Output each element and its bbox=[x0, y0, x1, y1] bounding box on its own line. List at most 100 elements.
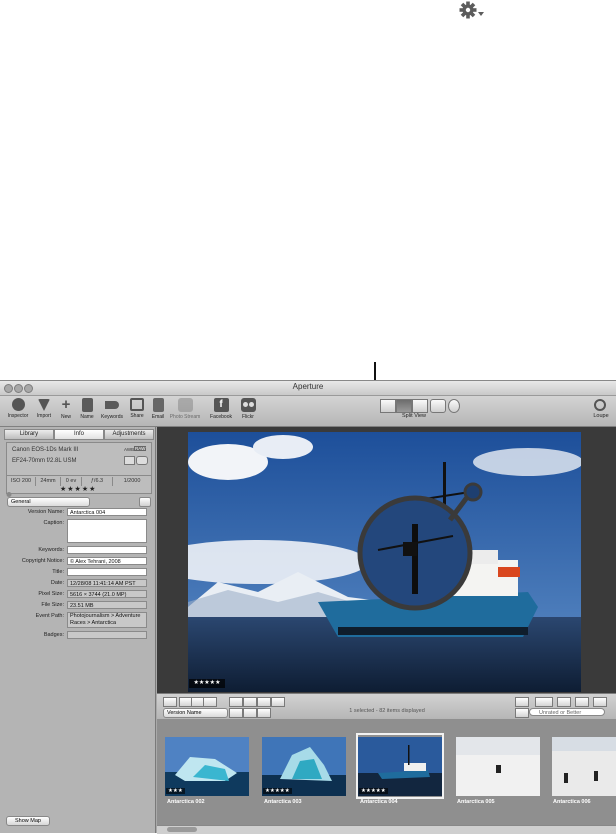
horizontal-scrollbar[interactable] bbox=[157, 825, 616, 834]
date-field: 12/28/08 11:41:14 AM PST bbox=[67, 579, 147, 587]
browser-view-button[interactable] bbox=[380, 399, 396, 413]
window-title: Aperture bbox=[292, 382, 324, 391]
main-photo[interactable] bbox=[188, 432, 581, 692]
inspector-button[interactable]: Inspector bbox=[4, 398, 32, 426]
keywords-button[interactable]: Keywords bbox=[98, 398, 126, 426]
filter-hud-icon[interactable] bbox=[515, 708, 529, 718]
sort-select[interactable]: Version Name bbox=[163, 708, 228, 718]
thumbnail[interactable] bbox=[456, 737, 540, 796]
awb-badge: AWB bbox=[124, 447, 135, 452]
name-button[interactable]: Name bbox=[73, 398, 101, 426]
metadata-view-select[interactable]: General bbox=[7, 497, 90, 507]
inspector-pane: Library Info Adjustments Canon EOS-1Ds M… bbox=[0, 427, 156, 833]
brush-tool-icon[interactable] bbox=[271, 697, 285, 707]
metering-icon bbox=[136, 456, 148, 465]
browser-toolbar: Version Name 1 selected - 82 items displ… bbox=[157, 693, 616, 720]
list-view-icon[interactable] bbox=[257, 708, 271, 718]
file-size-field: 23.51 MB bbox=[67, 601, 147, 609]
browser-filmstrip: ★★★ Antarctica 002 ★★★★★ Antarctica 003 … bbox=[157, 719, 616, 825]
thumbnail-name: Antarctica 005 bbox=[457, 799, 495, 805]
loupe-label: Loupe bbox=[593, 413, 609, 419]
grid-view-icon[interactable] bbox=[243, 708, 257, 718]
retouch-tool-icon[interactable] bbox=[229, 697, 243, 707]
view-options-icon[interactable] bbox=[535, 697, 553, 707]
title-label: Title: bbox=[52, 569, 64, 575]
keywords-field[interactable] bbox=[67, 546, 147, 554]
caption-label: Caption: bbox=[43, 520, 65, 526]
split-view-label: Split View bbox=[401, 413, 427, 419]
action-gear-icon[interactable] bbox=[458, 0, 488, 22]
share-icon bbox=[130, 398, 144, 411]
search-field[interactable]: Unrated or Better bbox=[529, 708, 605, 716]
red-eye-tool-icon[interactable] bbox=[257, 697, 271, 707]
file-size-label: File Size: bbox=[41, 602, 64, 608]
select-tool-icon[interactable] bbox=[163, 697, 177, 707]
viewer-pane: ★★★★★ bbox=[157, 427, 616, 693]
show-map-button[interactable]: Show Map bbox=[6, 816, 50, 826]
import-arrow-icon bbox=[38, 399, 50, 411]
filmstrip-view-icon[interactable] bbox=[229, 708, 243, 718]
title-bar: Aperture bbox=[0, 381, 616, 396]
flickr-icon bbox=[240, 398, 256, 412]
keyword-tag-icon bbox=[105, 401, 119, 409]
primary-only-icon[interactable] bbox=[575, 697, 589, 707]
event-path-field: Photojournalism > Adventure Races > Anta… bbox=[67, 612, 147, 628]
split-view-button[interactable] bbox=[396, 399, 412, 413]
copyright-field[interactable]: © Alex Tehrani, 2008 bbox=[67, 557, 147, 565]
tab-library[interactable]: Library bbox=[4, 429, 54, 440]
version-name-label: Version Name: bbox=[27, 509, 64, 515]
pixel-size-field: 5616 × 3744 (21.0 MP) bbox=[67, 590, 147, 598]
flickr-button[interactable]: Flickr bbox=[234, 398, 262, 426]
thumbnail-name: Antarctica 006 bbox=[553, 799, 591, 805]
selection-status: 1 selected - 82 items displayed bbox=[349, 708, 425, 714]
filmstrip-icon[interactable] bbox=[515, 697, 529, 707]
facebook-icon: f bbox=[213, 398, 229, 412]
info-icon bbox=[11, 398, 25, 411]
hud-icon[interactable] bbox=[557, 697, 571, 707]
thumbnail-rating: ★★★★★ bbox=[263, 788, 292, 794]
keywords-label: Keywords: bbox=[38, 547, 64, 553]
stamp-tool-icon[interactable] bbox=[203, 697, 217, 707]
metadata-action-icon[interactable] bbox=[139, 497, 151, 507]
scrollbar-thumb[interactable] bbox=[167, 827, 197, 832]
main-toolbar: Inspector Import + New Name Keywords Sha… bbox=[0, 396, 616, 427]
photo-stream-icon bbox=[177, 398, 193, 412]
name-icon bbox=[81, 398, 93, 412]
aperture-window: Aperture Inspector Import + New Name Key… bbox=[0, 380, 616, 834]
caption-field[interactable] bbox=[67, 519, 147, 543]
event-path-label: Event Path: bbox=[35, 613, 64, 619]
faces-view-button[interactable] bbox=[430, 399, 446, 413]
thumbnail-rating: ★★★★★ bbox=[359, 788, 388, 794]
exif-shutter: 1/2000 bbox=[123, 478, 141, 484]
flash-icon bbox=[124, 456, 135, 465]
pixel-size-label: Pixel Size: bbox=[38, 591, 64, 597]
camera-model: Canon EOS-1Ds Mark III bbox=[12, 447, 79, 453]
lens-model: EF24-70mm f/2.8L USM bbox=[12, 458, 77, 464]
loupe-icon[interactable] bbox=[594, 399, 606, 411]
viewer-rating-badge: ★★★★★ bbox=[189, 679, 225, 688]
facebook-button[interactable]: f Facebook bbox=[206, 398, 236, 426]
crop-tool-icon[interactable] bbox=[243, 697, 257, 707]
badges-field bbox=[67, 631, 147, 639]
tab-info[interactable]: Info bbox=[54, 429, 104, 440]
thumbnail-name: Antarctica 002 bbox=[167, 799, 205, 805]
date-label: Date: bbox=[50, 580, 64, 586]
email-icon bbox=[152, 398, 164, 412]
tab-adjustments[interactable]: Adjustments bbox=[104, 429, 154, 440]
exif-focal-length: 24mm bbox=[36, 477, 61, 486]
thumbnail-name: Antarctica 004 bbox=[360, 799, 398, 805]
raw-badge: RAW bbox=[134, 446, 147, 451]
rating-stars[interactable]: ★★★★★ bbox=[60, 485, 96, 493]
version-name-field[interactable]: Antarctica 004 bbox=[67, 508, 147, 516]
viewer-view-button[interactable] bbox=[412, 399, 428, 413]
thumbnail-name: Antarctica 003 bbox=[264, 799, 302, 805]
thumbnail[interactable] bbox=[552, 737, 616, 796]
badges-label: Badges: bbox=[43, 632, 64, 638]
title-field[interactable] bbox=[67, 568, 147, 576]
photo-stream-button[interactable]: Photo Stream bbox=[168, 398, 202, 426]
label-menu-icon[interactable] bbox=[6, 485, 16, 497]
places-view-button[interactable] bbox=[448, 399, 460, 413]
thumbnail-rating: ★★★ bbox=[166, 788, 185, 794]
swap-icon[interactable] bbox=[593, 697, 607, 707]
plus-icon: + bbox=[61, 396, 71, 413]
